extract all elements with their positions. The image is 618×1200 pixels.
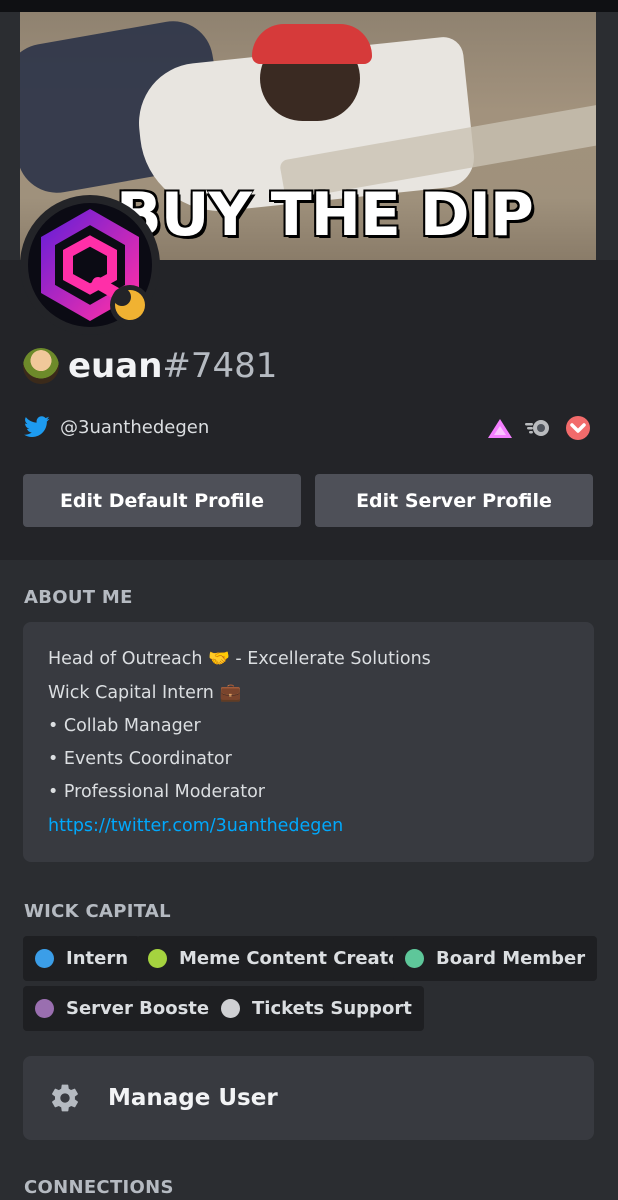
role-label: Meme Content Creator xyxy=(179,948,410,969)
manage-user-button[interactable]: Manage User xyxy=(23,1056,594,1140)
connections-heading: CONNECTIONS xyxy=(24,1177,174,1198)
role-tickets-support[interactable]: Tickets Support xyxy=(209,986,424,1031)
twitter-link[interactable]: https://twitter.com/3uanthedegen xyxy=(48,813,343,839)
about-line: • Professional Moderator xyxy=(48,782,265,802)
hypesquad-icon[interactable] xyxy=(486,414,514,442)
username-discriminator: #7481 xyxy=(162,346,278,386)
about-line: Wick Capital Intern 💼 xyxy=(48,683,242,703)
role-board-member[interactable]: Board Member xyxy=(393,936,598,981)
manage-user-label: Manage User xyxy=(108,1085,278,1111)
role-color-dot xyxy=(405,949,424,968)
about-me-heading: ABOUT ME xyxy=(24,587,133,608)
role-color-dot xyxy=(35,949,54,968)
banner-caption: BUY THE DIP xyxy=(116,180,534,250)
role-color-dot xyxy=(35,999,54,1018)
role-intern[interactable]: Intern xyxy=(23,936,141,981)
username: euan#7481 xyxy=(68,344,277,388)
edit-server-profile-button[interactable]: Edit Server Profile xyxy=(315,474,593,527)
role-label: Tickets Support xyxy=(252,998,412,1019)
server-boost-icon[interactable] xyxy=(564,414,592,442)
role-server-booster[interactable]: Server Booster xyxy=(23,986,230,1031)
username-name: euan xyxy=(68,346,163,386)
gear-icon xyxy=(52,1084,78,1112)
idle-status-icon xyxy=(110,285,150,325)
banner-figure-shape xyxy=(252,24,372,64)
user-avatar-small xyxy=(23,348,59,384)
twitter-handle[interactable]: @3uanthedegen xyxy=(60,414,209,442)
roles-heading: WICK CAPITAL xyxy=(24,901,171,922)
role-color-dot xyxy=(148,949,167,968)
role-label: Intern xyxy=(66,948,129,969)
nitro-icon[interactable] xyxy=(524,414,552,442)
role-label: Board Member xyxy=(436,948,586,969)
role-label: Server Booster xyxy=(66,998,218,1019)
about-line: Head of Outreach 🤝 - Excellerate Solutio… xyxy=(48,649,431,669)
twitter-icon xyxy=(24,416,50,437)
about-line: • Collab Manager xyxy=(48,716,201,736)
role-color-dot xyxy=(221,999,240,1018)
edit-default-profile-button[interactable]: Edit Default Profile xyxy=(23,474,301,527)
status-bar xyxy=(0,0,618,12)
about-line: • Events Coordinator xyxy=(48,749,232,769)
role-meme-content-creator[interactable]: Meme Content Creator xyxy=(136,936,422,981)
